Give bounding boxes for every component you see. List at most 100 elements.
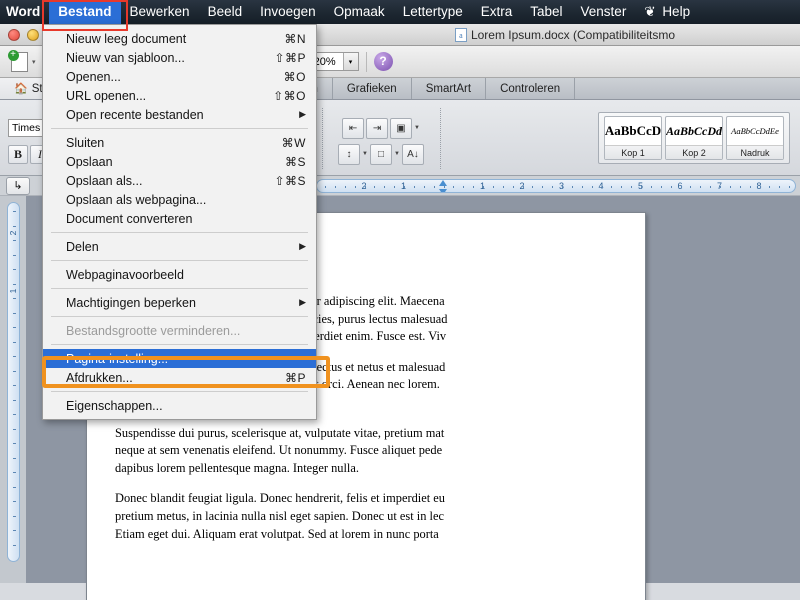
columns-button[interactable]: ▣ <box>390 117 413 139</box>
menu-item-label: Eigenschappen... <box>66 398 163 413</box>
menu-item-afdrukken[interactable]: Afdrukken... ⌘P <box>43 368 316 387</box>
document-paragraph-3: Suspendisse dui purus, scelerisque at, v… <box>115 425 445 475</box>
ruler-tick <box>779 185 781 188</box>
vertical-ruler-label-1: 1 <box>8 288 18 294</box>
sort-button[interactable]: A↓ <box>401 143 424 165</box>
menubar-item-beeld[interactable]: Beeld <box>199 0 252 24</box>
ruler-tick <box>354 185 356 188</box>
apple-script-icon[interactable]: ❦ <box>635 0 655 24</box>
increase-indent-button[interactable]: ⇥ <box>366 117 389 139</box>
submenu-arrow-icon: ▶ <box>299 109 306 119</box>
menu-item-machtigingen-beperken[interactable]: Machtigingen beperken ▶ <box>43 293 316 312</box>
indent-row[interactable]: ⇤ ⇥ ▣ ▼ <box>342 115 420 141</box>
menubar-item-bestand[interactable]: Bestand <box>49 0 121 24</box>
ruler-tick <box>522 185 524 188</box>
ruler-tick <box>433 185 435 188</box>
menubar-item-tabel[interactable]: Tabel <box>521 0 571 24</box>
menu-item-nieuw-van-sjabloon[interactable]: Nieuw van sjabloon... ⇧⌘P <box>43 48 316 67</box>
vertical-ruler-tick <box>12 211 16 212</box>
menu-item-shortcut: ⌘W <box>281 135 306 150</box>
menu-item-openen[interactable]: Openen... ⌘O <box>43 67 316 86</box>
spacing-row[interactable]: ↕ ▼ □ ▼ A↓ <box>338 141 424 167</box>
submenu-arrow-icon: ▶ <box>299 297 306 307</box>
style-name-kop2: Kop 2 <box>666 145 722 159</box>
menu-item-label: Nieuw van sjabloon... <box>66 50 185 65</box>
style-chip-kop2[interactable]: AaBbCcDd Kop 2 <box>665 116 723 160</box>
new-document-caret-icon[interactable]: ▾ <box>32 58 36 66</box>
menu-item-shortcut: ⌘O <box>283 69 306 84</box>
bestand-dropdown-menu[interactable]: Nieuw leeg document ⌘N Nieuw van sjabloon.… <box>42 24 317 420</box>
menu-separator <box>51 260 308 261</box>
menubar-item-lettertype[interactable]: Lettertype <box>394 0 472 24</box>
vertical-ruler-tick <box>12 530 16 531</box>
menu-item-opslaan[interactable]: Opslaan ⌘S <box>43 152 316 171</box>
ruler-tick <box>325 185 326 188</box>
menu-separator <box>51 344 308 345</box>
menu-item-webpaginavoorbeeld[interactable]: Webpaginavoorbeeld <box>43 265 316 284</box>
menubar-item-help[interactable]: Help <box>653 0 699 24</box>
menubar-item-word[interactable]: Word <box>0 0 49 24</box>
vertical-ruler-tick <box>12 414 16 415</box>
borders-caret-icon[interactable]: ▼ <box>394 151 400 157</box>
columns-caret-icon[interactable]: ▼ <box>414 125 420 131</box>
toolbar-separator-5 <box>365 51 367 72</box>
menubar-item-invoegen[interactable]: Invoegen <box>251 0 325 24</box>
menu-item-label: Machtigingen beperken <box>66 295 196 310</box>
menubar-item-extra[interactable]: Extra <box>472 0 522 24</box>
ruler-tick <box>483 185 484 188</box>
vertical-ruler-tick <box>12 356 16 357</box>
ruler-tick <box>404 185 405 188</box>
line-spacing-caret-icon[interactable]: ▼ <box>362 151 368 157</box>
menubar-item-opmaak[interactable]: Opmaak <box>325 0 394 24</box>
menu-item-opslaan-als-webpagina[interactable]: Opslaan als webpagina... <box>43 190 316 209</box>
decrease-indent-button[interactable]: ⇤ <box>342 117 365 139</box>
menu-item-delen[interactable]: Delen ▶ <box>43 237 316 256</box>
ribbon-tab-smartart[interactable]: SmartArt <box>411 78 487 99</box>
borders-button[interactable]: □ <box>370 143 392 165</box>
menu-separator <box>51 128 308 129</box>
vertical-ruler-tick <box>12 385 16 386</box>
tab-selector-button[interactable]: ↳ <box>6 176 30 195</box>
vertical-ruler[interactable]: 21 <box>6 202 20 562</box>
menu-item-pagina-instelling[interactable]: Pagina-instelling... <box>43 349 316 368</box>
new-document-button[interactable] <box>6 49 32 74</box>
style-chip-nadruk[interactable]: AaBbCcDdEe Nadruk <box>726 116 784 160</box>
vertical-ruler-tick <box>12 472 16 473</box>
menu-item-label: Sluiten <box>66 135 105 150</box>
vertical-ruler-tick <box>12 269 16 270</box>
horizontal-ruler[interactable]: 2112345678 <box>316 178 796 193</box>
menu-separator <box>51 232 308 233</box>
bold-button[interactable]: B <box>8 144 28 164</box>
menu-item-open-recente-bestanden[interactable]: Open recente bestanden ▶ <box>43 105 316 124</box>
menubar-item-venster[interactable]: Venster <box>572 0 636 24</box>
ruler-tick <box>591 185 593 188</box>
help-button[interactable]: ? <box>373 52 393 71</box>
ribbon-tab-controleren[interactable]: Controleren <box>486 78 576 99</box>
style-name-kop1: Kop 1 <box>605 145 661 159</box>
ruler-tick <box>374 185 376 188</box>
style-chip-kop1[interactable]: AaBbCcD Kop 1 <box>604 116 662 160</box>
menu-item-sluiten[interactable]: Sluiten ⌘W <box>43 133 316 152</box>
menu-item-nieuw-leeg-document[interactable]: Nieuw leeg document ⌘N <box>43 29 316 48</box>
indent-marker[interactable] <box>439 179 448 192</box>
menu-item-document-converteren[interactable]: Document converteren <box>43 209 316 228</box>
style-preview-kop2: AaBbCcDd <box>666 123 722 138</box>
styles-gallery[interactable]: AaBbCcD Kop 1 AaBbCcDd Kop 2 AaBbCcDdEe … <box>598 112 790 164</box>
ribbon-tab-grafieken[interactable]: Grafieken <box>332 78 412 99</box>
vertical-ruler-tick <box>12 486 16 488</box>
menu-item-url-openen[interactable]: URL openen... ⇧⌘O <box>43 86 316 105</box>
menu-item-label: Pagina-instelling... <box>66 351 169 366</box>
menu-item-eigenschappen[interactable]: Eigenschappen... <box>43 396 316 415</box>
window-title-text: Lorem Ipsum.docx (Compatibiliteitsmo <box>470 27 676 42</box>
vertical-ruler-tick <box>12 327 16 328</box>
zoom-caret-icon[interactable]: ▾ <box>342 53 358 70</box>
ribbon-group-indent: ⇤ ⇥ ▣ ▼ ↕ ▼ □ ▼ A↓ <box>322 102 440 175</box>
ruler-tick <box>473 185 475 188</box>
menu-item-opslaan-als[interactable]: Opslaan als... ⇧⌘S <box>43 171 316 190</box>
system-menubar[interactable]: Word Bestand Bewerken Beeld Invoegen Opm… <box>0 0 800 24</box>
ruler-tick <box>631 185 633 188</box>
ruler-tick <box>463 185 465 188</box>
menubar-item-bewerken[interactable]: Bewerken <box>121 0 199 24</box>
ruler-tick <box>611 185 613 188</box>
line-spacing-button[interactable]: ↕ <box>338 143 361 165</box>
